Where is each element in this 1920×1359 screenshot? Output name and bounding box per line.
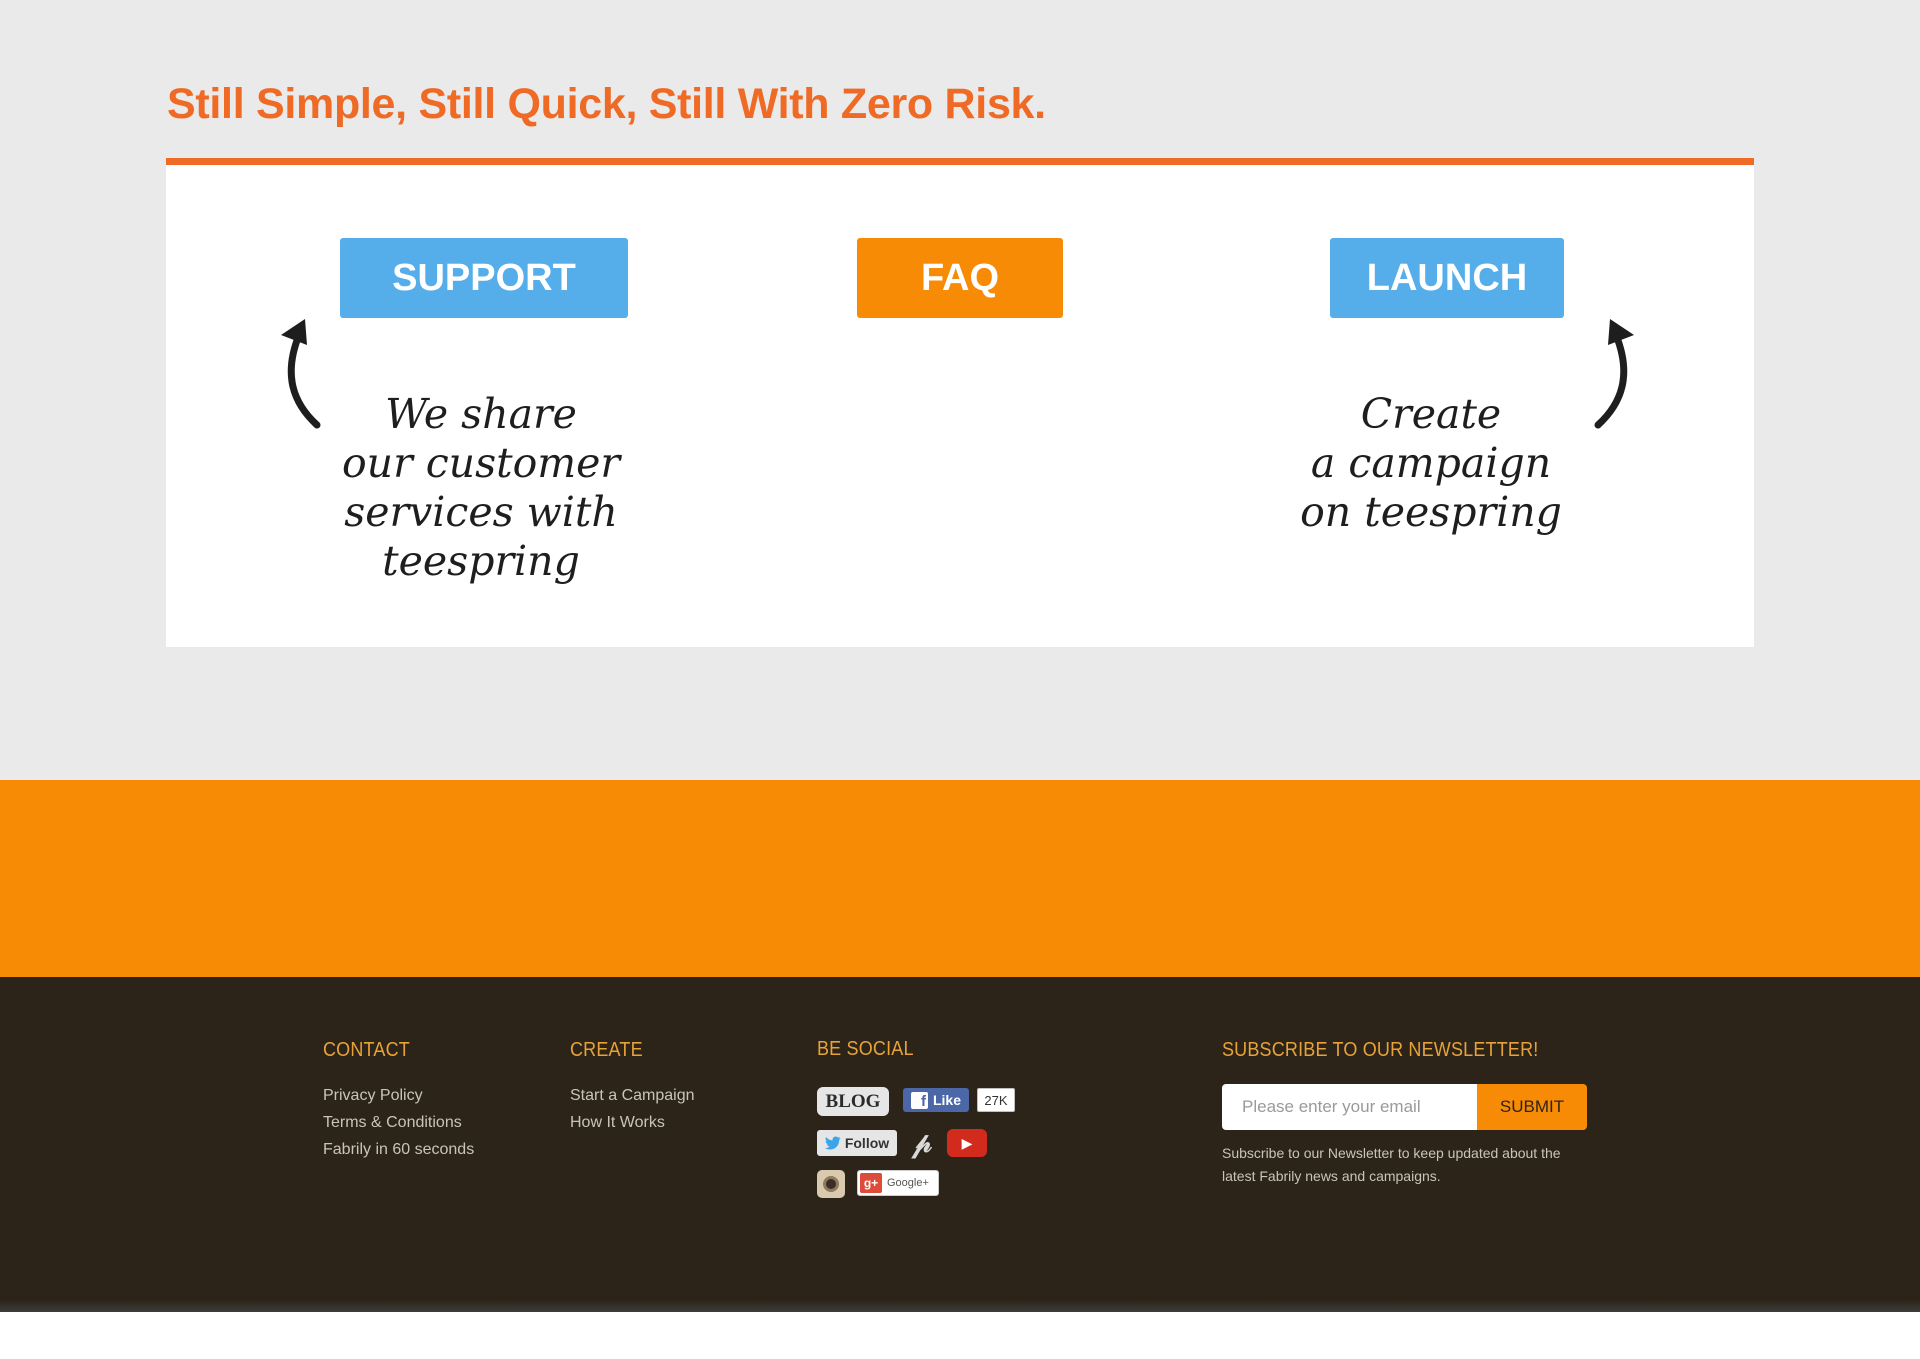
fabrily-60-seconds-link[interactable]: Fabrily in 60 seconds [323,1141,474,1159]
google-plus-icon: g+ [860,1173,882,1193]
blog-icon[interactable]: BLOG [817,1087,889,1116]
launch-button[interactable]: LAUNCH [1330,238,1564,318]
instagram-icon[interactable] [817,1170,845,1198]
support-note-line: teespring [382,537,580,585]
action-card: SUPPORT FAQ LAUNCH We share our customer… [166,158,1754,647]
launch-note: Create a campaign on teespring [1266,390,1596,537]
orange-banner [0,780,1920,977]
section-headline: Still Simple, Still Quick, Still With Ze… [167,80,1046,128]
facebook-like-label: Like [932,1092,961,1108]
support-note-line: our customer [341,439,621,487]
support-note-line: We share [385,390,577,438]
support-button[interactable]: SUPPORT [340,238,628,318]
start-campaign-link[interactable]: Start a Campaign [570,1087,695,1105]
footer-bottom-edge [0,1300,1920,1312]
launch-note-line: a campaign [1310,439,1552,487]
be-social-title: BE SOCIAL [817,1038,914,1060]
top-section: Still Simple, Still Quick, Still With Ze… [0,0,1920,780]
youtube-icon[interactable]: ▶ [947,1129,987,1157]
newsletter-note: Subscribe to our Newsletter to keep upda… [1222,1142,1592,1188]
launch-note-line: on teespring [1300,488,1562,536]
launch-note-line: Create [1360,390,1502,438]
terms-conditions-link[interactable]: Terms & Conditions [323,1114,462,1132]
contact-title: CONTACT [323,1039,410,1061]
twitter-follow-button[interactable]: Follow [817,1130,897,1156]
twitter-icon [824,1136,841,1150]
newsletter-submit-button[interactable]: SUBMIT [1477,1084,1587,1130]
google-plus-label: Google+ [887,1177,929,1189]
google-plus-button[interactable]: g+ Google+ [857,1170,939,1196]
newsletter-title: SUBSCRIBE TO OUR NEWSLETTER! [1222,1039,1539,1061]
newsletter-note-line: Subscribe to our Newsletter to keep upda… [1222,1145,1561,1161]
instagram-lens [823,1176,839,1192]
newsletter-note-line: latest Fabrily news and campaigns. [1222,1168,1441,1184]
create-title: CREATE [570,1039,643,1061]
faq-button[interactable]: FAQ [857,238,1063,318]
support-note-line: services with [344,488,618,536]
support-note: We share our customer services with tees… [316,390,646,586]
privacy-policy-link[interactable]: Privacy Policy [323,1087,423,1105]
facebook-like-count: 27K [977,1088,1015,1112]
how-it-works-link[interactable]: How It Works [570,1114,665,1132]
newsletter-email-input[interactable] [1222,1084,1477,1130]
twitter-follow-label: Follow [844,1135,890,1151]
facebook-like-button[interactable]: f Like [903,1088,969,1112]
facebook-icon: f [910,1091,928,1109]
pinterest-icon[interactable]: 𝓅 [908,1126,936,1159]
